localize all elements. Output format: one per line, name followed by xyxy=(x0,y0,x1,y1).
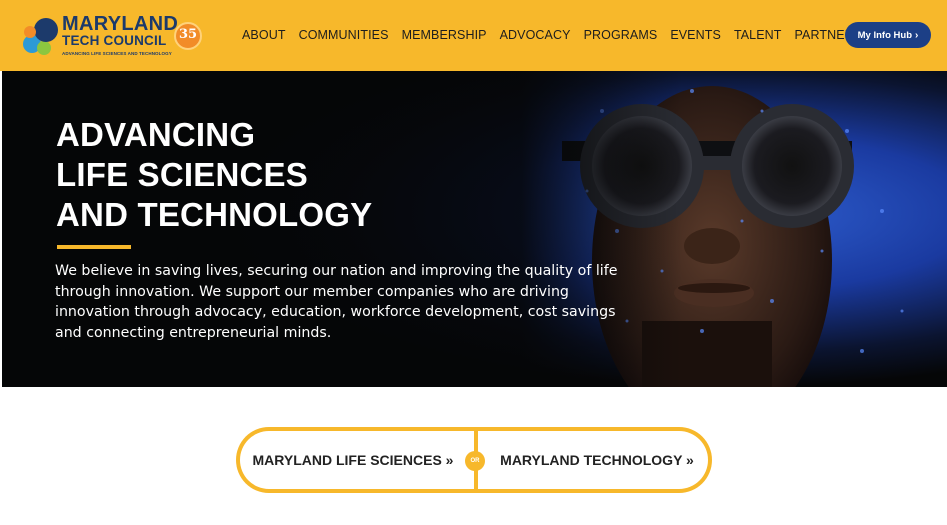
life-sciences-button[interactable]: MARYLAND LIFE SCIENCES » xyxy=(236,427,478,493)
nav-item-talent[interactable]: TALENT xyxy=(734,28,782,42)
logo-name-line2: TECH COUNCIL xyxy=(62,33,167,48)
hero-headline: ADVANCING LIFE SCIENCES AND TECHNOLOGY xyxy=(56,115,372,235)
life-sciences-label: MARYLAND LIFE SCIENCES » xyxy=(252,452,454,468)
hero-description: We believe in saving lives, securing our… xyxy=(55,263,618,341)
headline-line-1: ADVANCING xyxy=(56,116,256,153)
anniversary-badge: 35 xyxy=(174,22,202,50)
hub-button-label: My Info Hub xyxy=(857,29,912,41)
technology-button[interactable]: MARYLAND TECHNOLOGY » xyxy=(474,427,712,493)
nav-item-events[interactable]: EVENTS xyxy=(670,28,721,42)
logo-tagline: ADVANCING LIFE SCIENCES AND TECHNOLOGY xyxy=(62,51,172,56)
nav-item-membership[interactable]: MEMBERSHIP xyxy=(402,28,487,42)
logo-mark-icon xyxy=(23,18,58,55)
hero-banner: ADVANCING LIFE SCIENCES AND TECHNOLOGY W… xyxy=(2,71,947,387)
nav-item-advocacy[interactable]: ADVOCACY xyxy=(500,28,571,42)
my-info-hub-button[interactable]: My Info Hub › xyxy=(845,22,931,48)
nav-item-programs[interactable]: PROGRAMS xyxy=(584,28,658,42)
site-logo[interactable]: MARYLAND TECH COUNCIL ADVANCING LIFE SCI… xyxy=(22,12,207,60)
sector-selector: MARYLAND LIFE SCIENCES » MARYLAND TECHNO… xyxy=(236,427,712,493)
headline-line-3: AND TECHNOLOGY xyxy=(56,196,373,233)
logo-name-line1: MARYLAND xyxy=(62,13,179,35)
chevron-right-icon: › xyxy=(915,29,919,41)
anniversary-number: 35 xyxy=(178,27,198,42)
nav-item-communities[interactable]: COMMUNITIES xyxy=(299,28,389,42)
headline-underline xyxy=(57,245,131,249)
or-badge: OR xyxy=(465,451,485,471)
site-header: MARYLAND TECH COUNCIL ADVANCING LIFE SCI… xyxy=(0,0,947,71)
headline-line-2: LIFE SCIENCES xyxy=(56,156,308,193)
technology-label: MARYLAND TECHNOLOGY » xyxy=(500,452,694,468)
main-nav: ABOUT COMMUNITIES MEMBERSHIP ADVOCACY PR… xyxy=(242,28,875,42)
nav-item-about[interactable]: ABOUT xyxy=(242,28,286,42)
